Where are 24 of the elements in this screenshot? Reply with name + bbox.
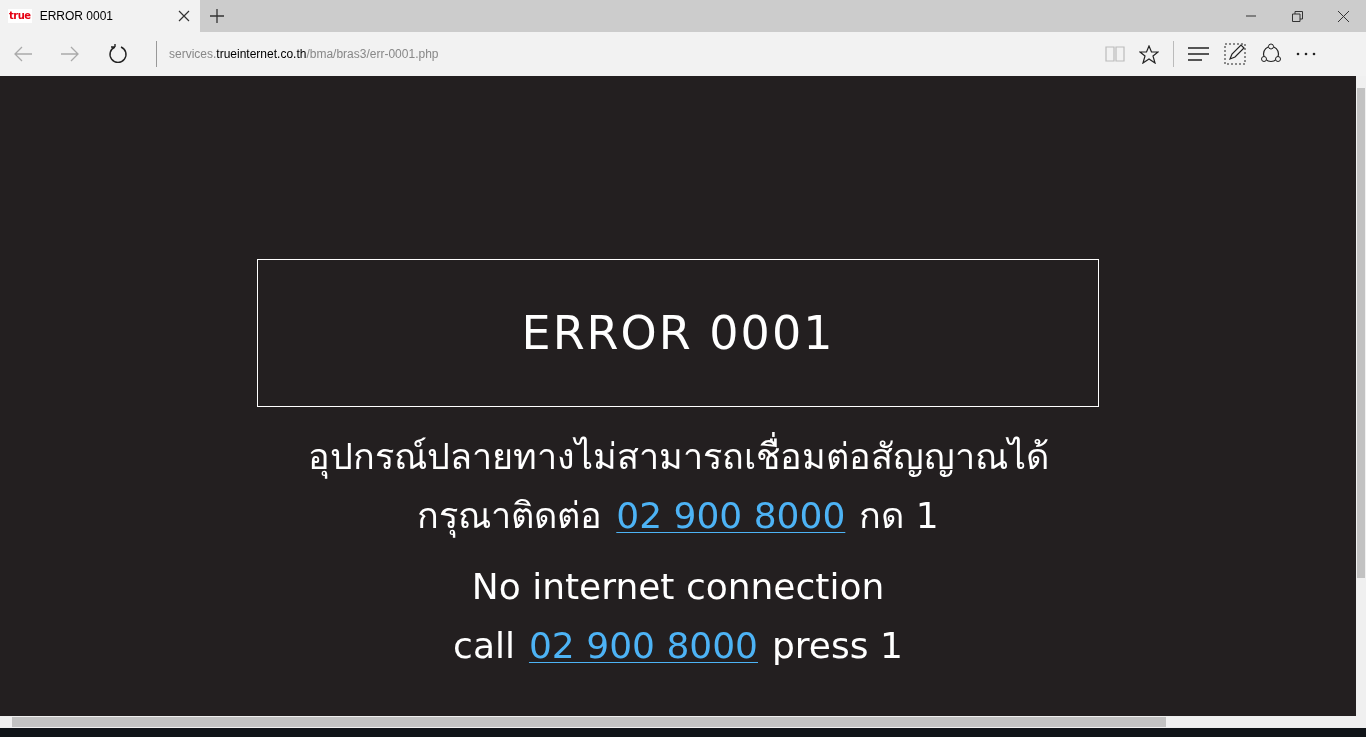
phone-link[interactable]: 02 900 8000	[616, 486, 846, 545]
message-text: กด 1	[859, 494, 939, 538]
scroll-thumb[interactable]	[1357, 88, 1365, 578]
message-text: กรุณาติดต่อ	[417, 494, 603, 540]
browser-tab[interactable]: true ERROR 0001	[0, 0, 200, 32]
message-text: อุปกรณ์ปลายทางไม่สามารถเชื่อมต่อสัญญาณได้	[307, 427, 1049, 486]
message-text: press 1	[772, 624, 903, 668]
restore-icon[interactable]	[1291, 10, 1303, 22]
favicon: true	[8, 9, 32, 23]
more-icon[interactable]	[1296, 52, 1316, 56]
scroll-thumb[interactable]	[12, 717, 1166, 727]
star-icon[interactable]	[1139, 44, 1159, 64]
close-icon[interactable]	[178, 10, 190, 22]
refresh-icon[interactable]	[108, 44, 128, 64]
share-icon[interactable]	[1260, 43, 1282, 65]
message-text: No internet connection	[471, 565, 885, 609]
phone-link[interactable]: 02 900 8000	[528, 616, 758, 675]
pen-icon[interactable]	[1224, 43, 1246, 65]
new-tab-icon[interactable]	[210, 9, 224, 23]
close-icon[interactable]	[1337, 10, 1349, 22]
horizontal-scrollbar[interactable]	[0, 716, 1366, 728]
message-text: call	[453, 624, 515, 668]
menu-icon[interactable]	[1188, 47, 1210, 61]
error-heading: ERROR 0001	[521, 304, 835, 362]
